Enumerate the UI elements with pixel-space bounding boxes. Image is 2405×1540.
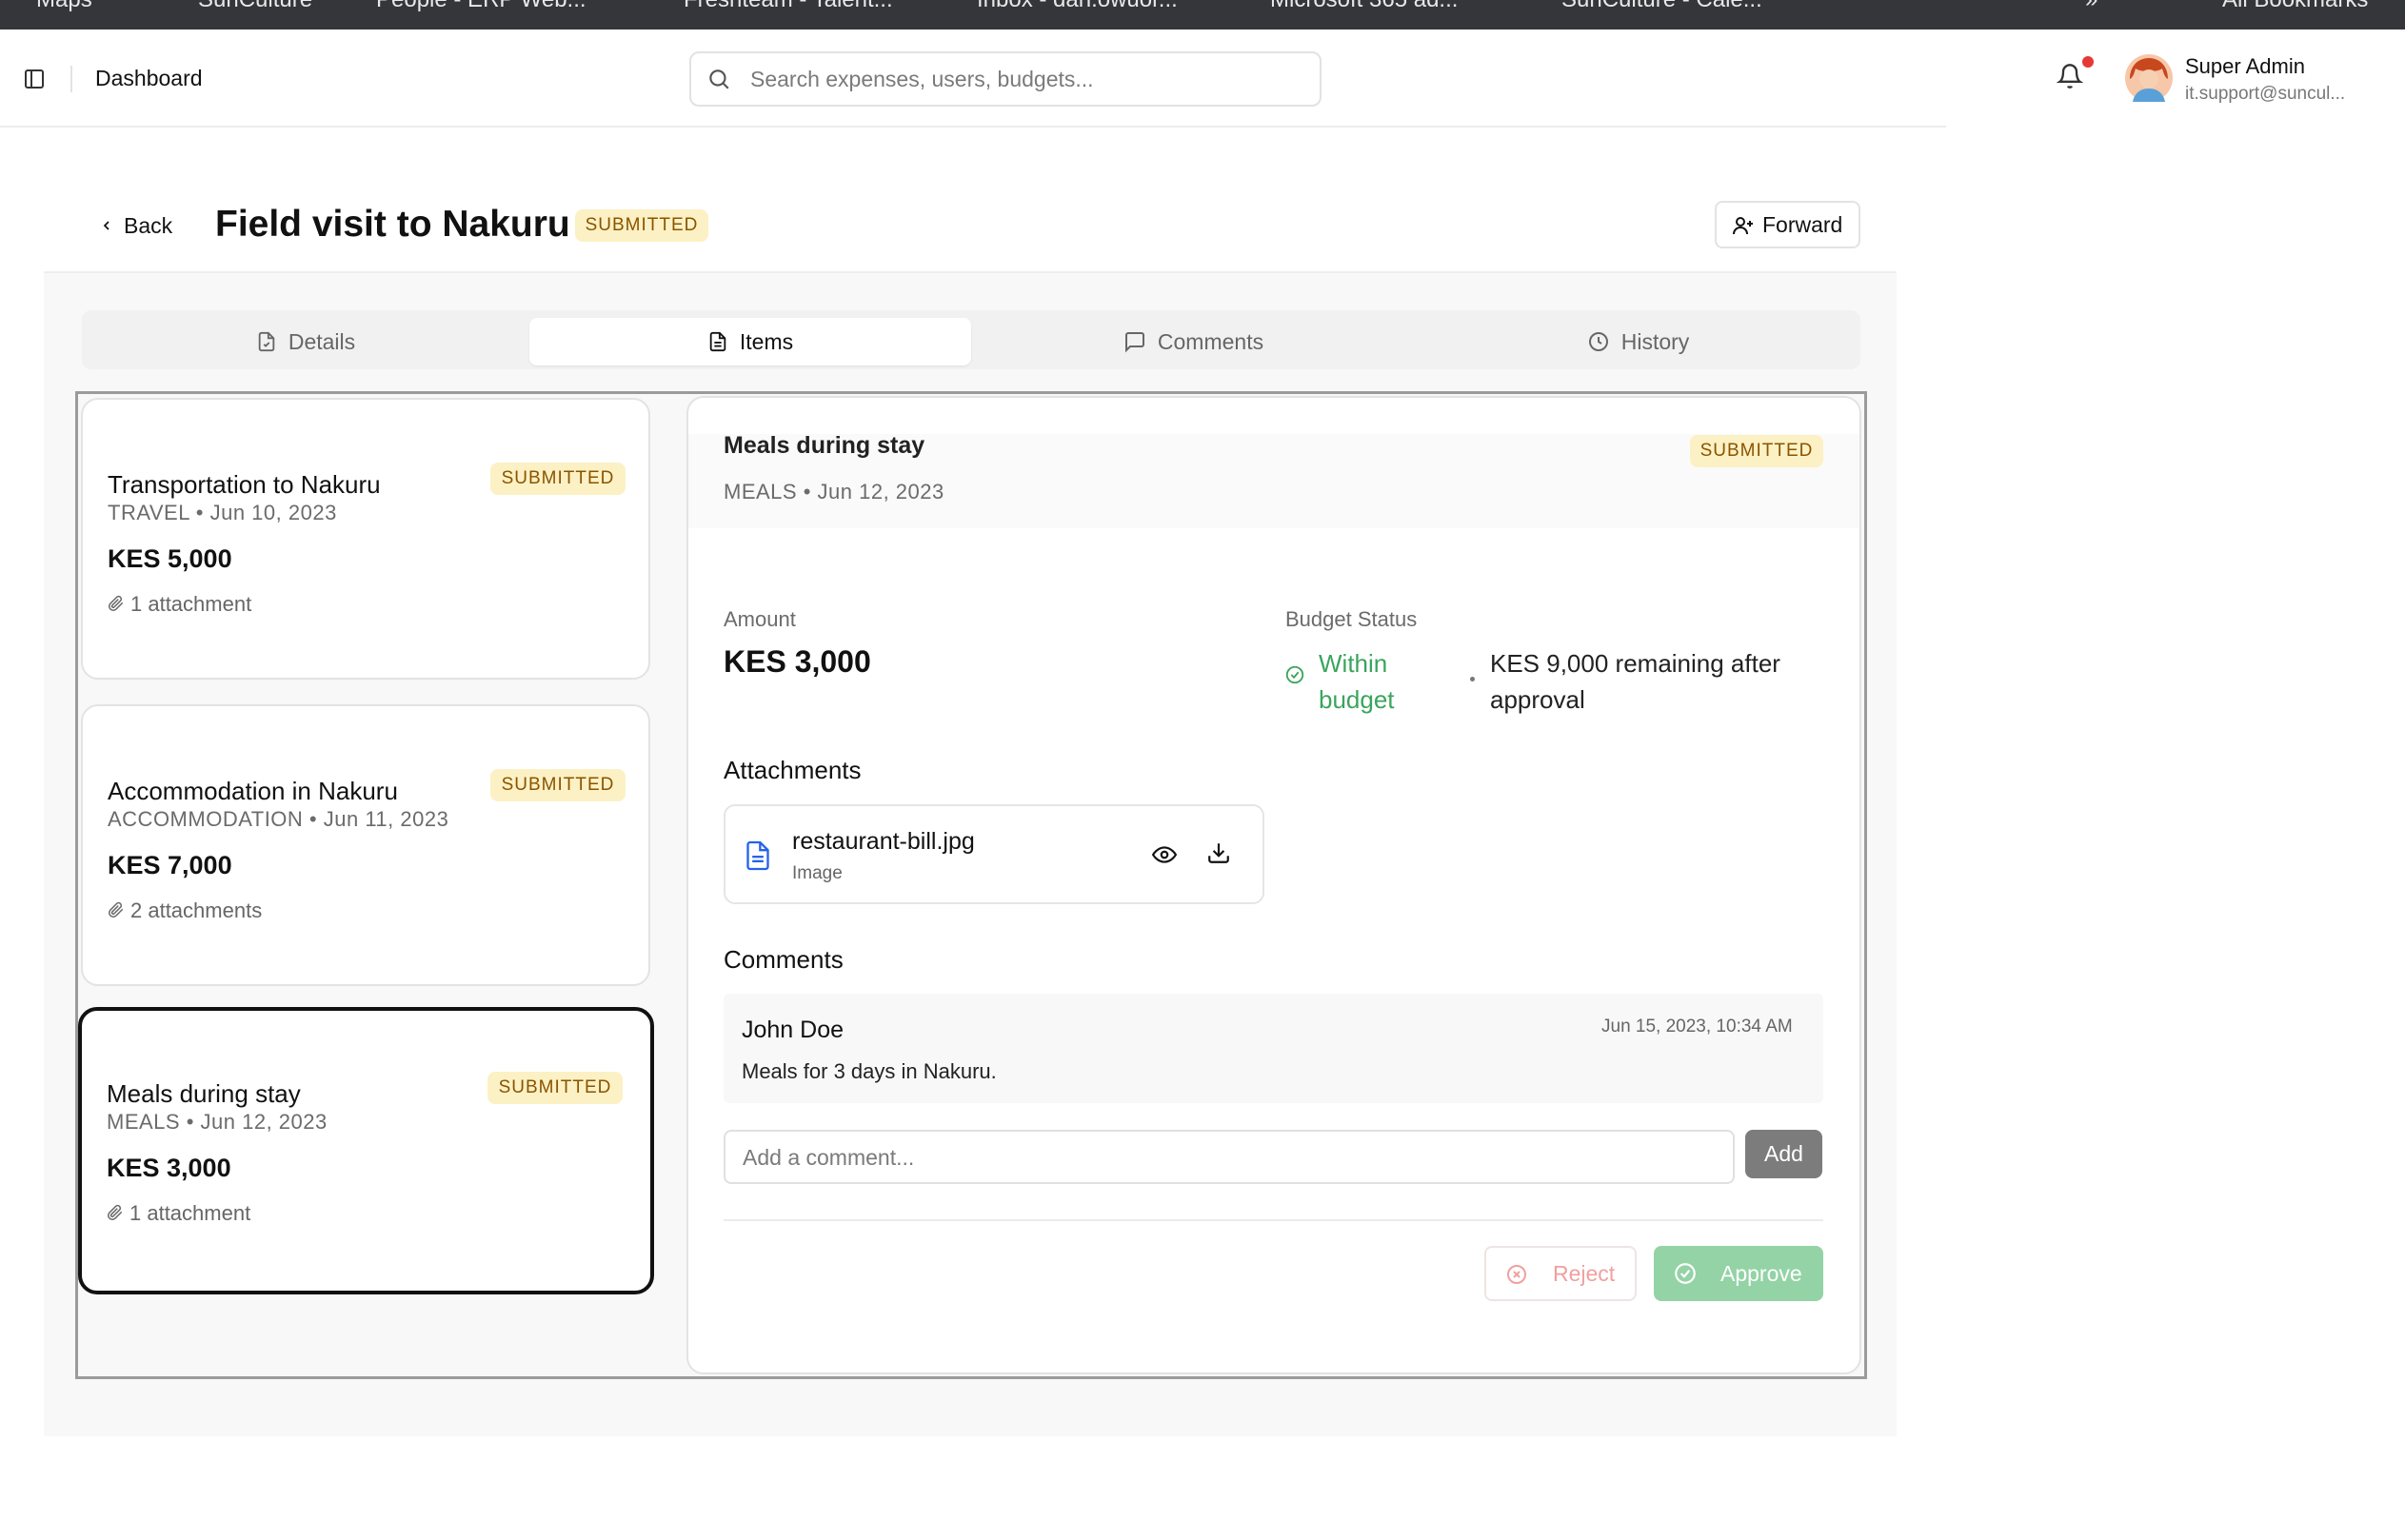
comment-author: John Doe	[742, 1017, 845, 1043]
item-meta: ACCOMMODATION • Jun 11, 2023	[108, 807, 449, 831]
download-icon[interactable]	[1206, 840, 1231, 865]
all-bookmarks[interactable]: All Bookmarks	[2222, 0, 2368, 13]
back-button[interactable]: Back	[99, 213, 172, 239]
back-label: Back	[124, 213, 173, 238]
budget-status-value: Within budget	[1319, 649, 1395, 714]
check-circle-icon	[1284, 664, 1305, 685]
chevron-left-icon	[103, 221, 109, 230]
bookmarks-overflow[interactable]: »	[2085, 0, 2097, 13]
amount-value: KES 3,000	[724, 644, 871, 679]
forward-button[interactable]: Forward	[1715, 201, 1860, 248]
budget-status-label: Budget Status	[1285, 607, 1418, 631]
search-box[interactable]	[689, 51, 1322, 107]
item-card-selected[interactable]: Meals during stay MEALS • Jun 12, 2023 K…	[78, 1007, 654, 1294]
header-border	[0, 126, 1946, 128]
paperclip-icon	[108, 1205, 123, 1221]
tab-label: Details	[288, 329, 356, 354]
tab-label: Items	[739, 329, 794, 354]
status-badge: SUBMITTED	[575, 209, 708, 242]
item-attachments: 1 attachment	[108, 592, 251, 617]
tab-label: Comments	[1157, 329, 1264, 354]
bookmark-item[interactable]: Microsoft 365 ad...	[1270, 0, 1458, 13]
x-circle-icon	[1507, 1265, 1526, 1284]
tab-details[interactable]: Details	[82, 318, 529, 365]
bookmark-item[interactable]: SunCulture	[198, 0, 312, 13]
eye-icon[interactable]	[1152, 842, 1177, 867]
budget-remaining: KES 9,000 remaining after approval	[1490, 649, 1780, 714]
tab-history[interactable]: History	[1416, 318, 1860, 365]
bookmarks-bar: Maps SunCulture People - ERP Web... Fres…	[0, 0, 2405, 30]
check-circle-icon	[1675, 1263, 1696, 1284]
forward-label: Forward	[1762, 212, 1843, 237]
comments-heading: Comments	[724, 945, 844, 974]
paperclip-icon	[109, 902, 124, 918]
bookmark-item[interactable]: SunCulture - Cale...	[1561, 0, 1762, 13]
user-plus-icon	[1733, 217, 1753, 235]
comment-item: John Doe Jun 15, 2023, 10:34 AM Meals fo…	[724, 994, 1823, 1103]
approve-button[interactable]: Approve	[1654, 1246, 1823, 1301]
breadcrumb[interactable]: Dashboard	[95, 66, 203, 91]
comment-input[interactable]	[743, 1139, 1695, 1175]
header-divider	[70, 66, 72, 92]
tab-comments[interactable]: Comments	[971, 318, 1416, 365]
reject-label: Reject	[1553, 1261, 1616, 1286]
comment-timestamp: Jun 15, 2023, 10:34 AM	[1601, 1017, 1793, 1037]
bookmark-item[interactable]: Maps	[36, 0, 92, 13]
item-attachments: 1 attachment	[107, 1201, 250, 1226]
item-meta: TRAVEL • Jun 10, 2023	[108, 501, 337, 524]
attachment-name: restaurant-bill.jpg	[792, 828, 975, 855]
item-title: Meals during stay	[107, 1079, 301, 1108]
add-comment-button[interactable]: Add	[1745, 1130, 1822, 1178]
item-amount: KES 7,000	[108, 851, 232, 879]
item-card[interactable]: Accommodation in Nakuru ACCOMMODATION • …	[81, 704, 650, 986]
detail-title: Meals during stay	[724, 432, 925, 459]
tab-label: History	[1620, 329, 1690, 354]
approve-label: Approve	[1720, 1261, 1802, 1286]
bookmark-item[interactable]: Freshteam - Talent...	[684, 0, 893, 13]
sidebar-toggle-icon[interactable]	[23, 68, 46, 90]
bookmark-item[interactable]: Inbox - dan.owuor...	[977, 0, 1178, 13]
tab-items[interactable]: Items	[529, 318, 971, 365]
bookmark-item[interactable]: People - ERP Web...	[376, 0, 586, 13]
notification-dot	[2082, 56, 2094, 68]
message-square-icon	[1124, 331, 1144, 353]
separator-dot	[1470, 677, 1475, 681]
status-badge: SUBMITTED	[487, 1072, 623, 1104]
avatar[interactable]	[2125, 54, 2173, 102]
search-icon	[706, 67, 731, 91]
item-card[interactable]: Transportation to Nakuru TRAVEL • Jun 10…	[81, 398, 650, 680]
tab-bar: Details Items Comments History	[82, 310, 1860, 369]
user-email: it.support@suncul...	[2185, 84, 2346, 104]
file-check-icon	[258, 331, 275, 352]
user-name: Super Admin	[2185, 54, 2305, 78]
paperclip-icon	[109, 596, 124, 612]
amount-label: Amount	[724, 607, 796, 631]
item-title: Transportation to Nakuru	[108, 470, 381, 499]
bell-icon[interactable]	[2057, 63, 2083, 89]
item-meta: MEALS • Jun 12, 2023	[107, 1110, 328, 1134]
reject-button[interactable]: Reject	[1484, 1246, 1637, 1301]
status-badge: SUBMITTED	[490, 463, 626, 495]
item-amount: KES 5,000	[108, 544, 232, 573]
search-input[interactable]	[750, 61, 1302, 97]
page-title: Field visit to Nakuru	[215, 204, 570, 245]
file-text-icon	[709, 331, 726, 352]
item-attachments: 2 attachments	[108, 898, 262, 923]
file-icon	[745, 839, 771, 872]
comment-text: Meals for 3 days in Nakuru.	[742, 1059, 997, 1083]
attachment-item: restaurant-bill.jpg Image	[724, 804, 1264, 904]
item-title: Accommodation in Nakuru	[108, 777, 398, 805]
attachments-heading: Attachments	[724, 756, 862, 784]
action-divider	[724, 1219, 1823, 1221]
clock-icon	[1588, 331, 1608, 351]
attachment-type: Image	[792, 863, 843, 883]
detail-meta: MEALS • Jun 12, 2023	[724, 480, 944, 503]
status-badge: SUBMITTED	[1690, 435, 1823, 467]
comment-field[interactable]	[724, 1130, 1735, 1184]
item-amount: KES 3,000	[107, 1154, 231, 1182]
status-badge: SUBMITTED	[490, 769, 626, 801]
